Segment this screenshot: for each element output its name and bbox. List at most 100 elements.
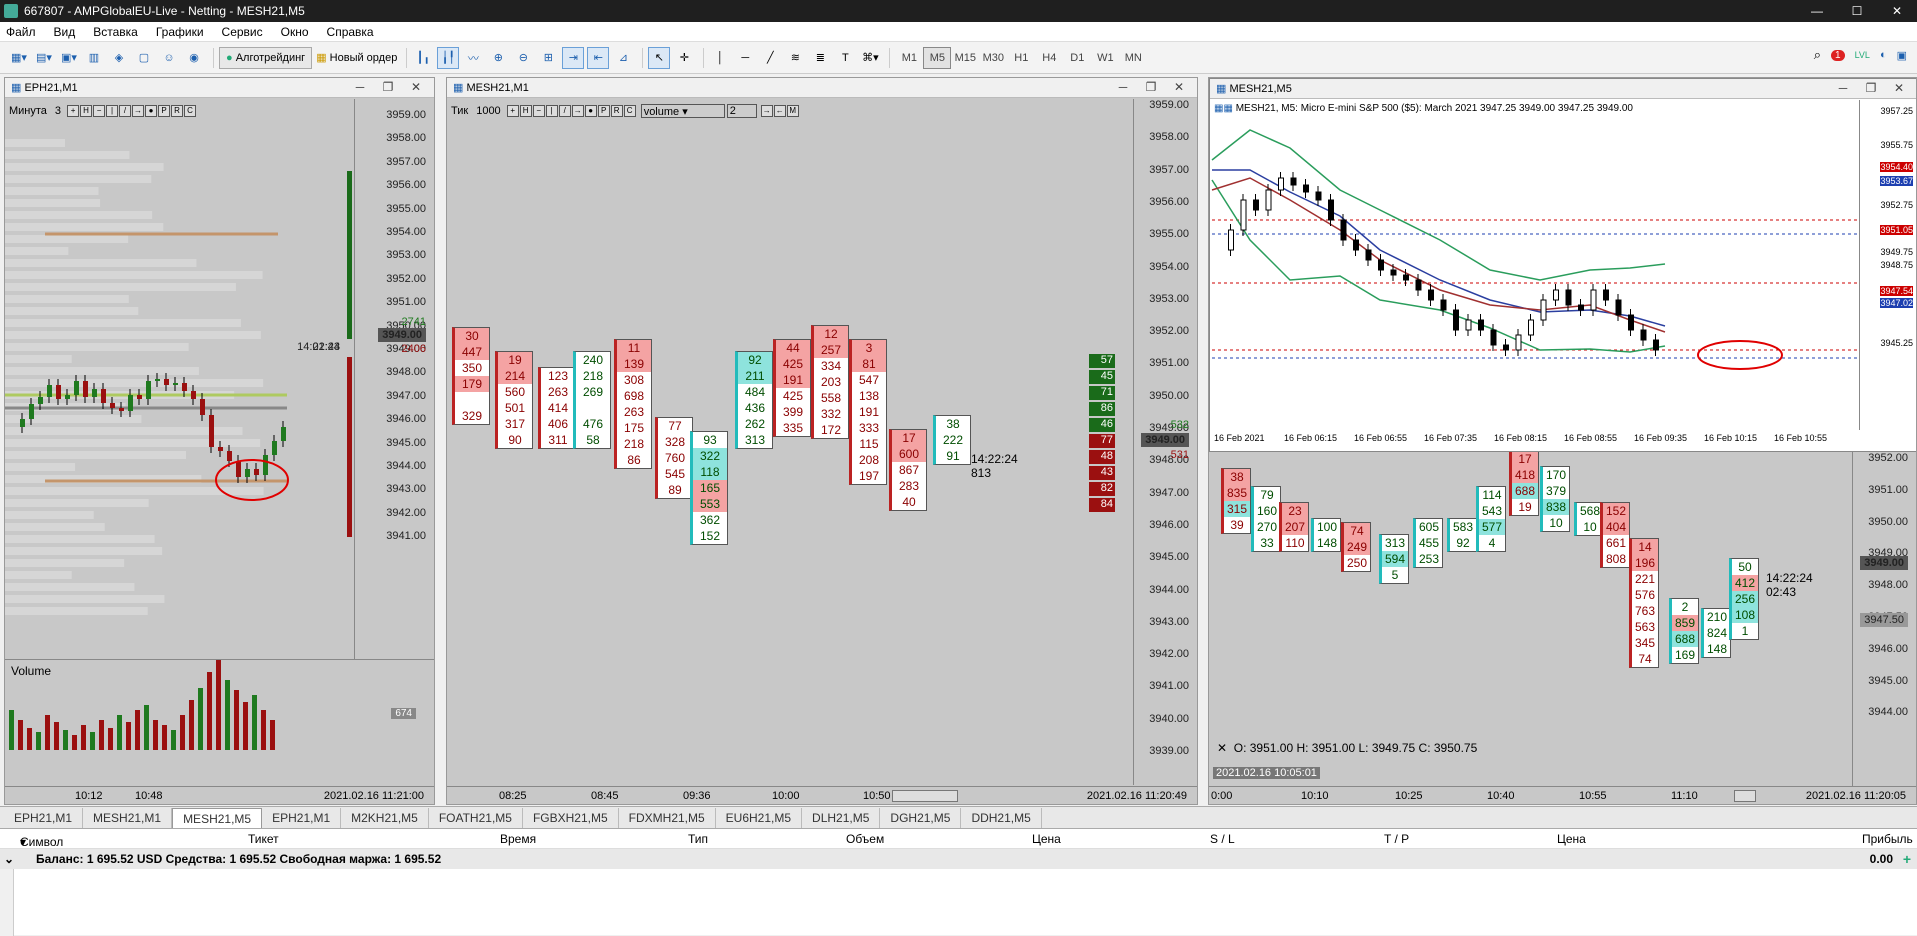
timeframe-h1[interactable]: H1 (1007, 47, 1035, 69)
market-watch-icon[interactable]: ▣▾ (58, 47, 80, 69)
menu-insert[interactable]: Вставка (93, 25, 138, 39)
menu-help[interactable]: Справка (327, 25, 374, 39)
maximize-button[interactable]: ☐ (1837, 0, 1877, 22)
h-icon[interactable]: H (519, 105, 532, 117)
col-type[interactable]: Тип (688, 832, 708, 846)
line-chart-icon[interactable]: 〰 (462, 47, 484, 69)
dot-icon[interactable]: ● (584, 105, 597, 117)
timeframe-m30[interactable]: M30 (979, 47, 1007, 69)
chart-tab[interactable]: FOATH21,M5 (429, 808, 523, 828)
timeframe-m1[interactable]: M1 (895, 47, 923, 69)
terminal-icon[interactable]: ▢ (133, 47, 155, 69)
close-icon[interactable]: ✕ (402, 80, 430, 94)
chart-tab[interactable]: DLH21,M5 (802, 808, 881, 828)
minimize-button[interactable]: — (1797, 0, 1837, 22)
new-chart-icon[interactable]: ▦▾ (8, 47, 30, 69)
chart-tab[interactable]: DGH21,M5 (880, 808, 962, 828)
horizontal-line-icon[interactable]: ─ (734, 47, 756, 69)
bar-chart-icon[interactable]: ┃╻ (412, 47, 434, 69)
chart-tab[interactable]: EU6H21,M5 (716, 808, 803, 828)
col-profit[interactable]: Прибыль (1862, 832, 1913, 846)
indicators-icon[interactable]: ⊿ (612, 47, 634, 69)
col-volume[interactable]: Объем (846, 832, 884, 846)
chart-area[interactable]: Тик 1000 + H − | / → ● P R C volume ▾ 2 → ← M 30 447… (447, 99, 1197, 785)
signals-icon[interactable]: ◉ (183, 47, 205, 69)
trendline-icon[interactable]: ╱ (759, 47, 781, 69)
plus-icon[interactable]: + (506, 105, 519, 117)
minimize-icon[interactable]: ─ (1829, 81, 1857, 95)
c-icon[interactable]: C (623, 105, 636, 117)
crosshair-icon[interactable]: ✛ (673, 47, 695, 69)
volume-type-select[interactable]: volume ▾ (640, 104, 725, 118)
data-window-icon[interactable]: ▥ (83, 47, 105, 69)
channels-icon[interactable]: ≋ (784, 47, 806, 69)
timeframe-mn[interactable]: MN (1119, 47, 1147, 69)
timeframe-h4[interactable]: H4 (1035, 47, 1063, 69)
volume-num-input[interactable]: 2 (726, 104, 757, 118)
chart-area[interactable]: 38 835 315 39 79 160 270 33 23 207 110 100 148 74 249 2… (1209, 78, 1916, 788)
collapse-icon[interactable]: ⌄ (4, 852, 14, 866)
menu-file[interactable]: Файл (6, 25, 36, 39)
close-icon[interactable]: ✕ (1885, 81, 1913, 95)
chart-tab[interactable]: FGBXH21,M5 (523, 808, 619, 828)
col-price[interactable]: Цена (1032, 832, 1061, 846)
chart-tab[interactable]: EPH21,M1 (262, 808, 342, 828)
chart-tab[interactable]: FDXMH21,M5 (619, 808, 716, 828)
menu-window[interactable]: Окно (281, 25, 309, 39)
chart-shift-icon[interactable]: ⇤ (587, 46, 610, 69)
menu-charts[interactable]: Графики (156, 25, 204, 39)
profiles-icon[interactable]: ▤▾ (33, 47, 55, 69)
candle-chart-icon[interactable]: ╽╿ (437, 46, 460, 69)
autoscroll-icon[interactable]: ⇥ (562, 46, 585, 69)
add-icon[interactable]: + (1903, 851, 1911, 867)
col-time[interactable]: Время (500, 832, 536, 846)
p-icon[interactable]: P (597, 105, 610, 117)
m-icon[interactable]: M (786, 105, 799, 117)
menu-tools[interactable]: Сервис (222, 25, 263, 39)
chart-tab[interactable]: DDH21,M5 (961, 808, 1042, 828)
notification-icon[interactable]: 1 (1831, 49, 1845, 61)
users-icon[interactable]: ☺ (158, 47, 180, 69)
navigator-icon[interactable]: ◈ (108, 47, 130, 69)
chart-tab[interactable]: MESH21,M5 (172, 808, 263, 828)
menu-view[interactable]: Вид (54, 25, 76, 39)
timeframe-m15[interactable]: M15 (951, 47, 979, 69)
col-tp[interactable]: T / P (1384, 832, 1409, 846)
arrow-icon[interactable]: → (571, 105, 584, 117)
minimize-icon[interactable]: ─ (346, 80, 374, 94)
arrow-left-icon[interactable]: ← (773, 105, 786, 117)
line-icon[interactable]: | (545, 105, 558, 117)
account-icon[interactable]: ◐ (1880, 49, 1887, 61)
scroll-thumb[interactable] (892, 790, 958, 802)
tile-windows-icon[interactable]: ⊞ (537, 47, 559, 69)
chart-tab[interactable]: M2KH21,M5 (341, 808, 429, 828)
timeframe-m5[interactable]: M5 (923, 46, 952, 69)
r-icon[interactable]: R (610, 105, 623, 117)
lvl-icon[interactable]: LVL (1855, 50, 1870, 60)
new-order-button[interactable]: ▦ Новый ордер (315, 47, 398, 69)
tools-icon[interactable]: ✕ (1217, 741, 1227, 755)
col-price-current[interactable]: Цена (1557, 832, 1586, 846)
slash-icon[interactable]: / (558, 105, 571, 117)
timeframe-w1[interactable]: W1 (1091, 47, 1119, 69)
layout-icon[interactable]: ▣ (1897, 49, 1907, 62)
minimize-icon[interactable]: ─ (1109, 80, 1137, 94)
restore-icon[interactable]: ❐ (1137, 80, 1165, 94)
chart-tab[interactable]: MESH21,M1 (83, 808, 173, 828)
fibonacci-icon[interactable]: ≣ (809, 47, 831, 69)
cursor-icon[interactable]: ↖ (648, 46, 671, 69)
algo-trading-button[interactable]: ● Алготрейдинг (219, 46, 313, 69)
search-icon[interactable]: ⌕ (1814, 47, 1821, 63)
vertical-line-icon[interactable]: │ (709, 47, 731, 69)
zoom-out-icon[interactable]: ⊖ (512, 47, 534, 69)
restore-icon[interactable]: ❐ (1857, 81, 1885, 95)
col-ticket[interactable]: Тикет (248, 832, 279, 846)
shapes-icon[interactable]: ⌘▾ (859, 47, 881, 69)
col-sl[interactable]: S / L (1210, 832, 1235, 846)
text-icon[interactable]: T (834, 47, 856, 69)
minus-icon[interactable]: − (532, 105, 545, 117)
chart-area[interactable]: Минута 3 + H − | / → ● P R C 3959.00 3958.00 3957.0… (5, 99, 434, 785)
close-button[interactable]: ✕ (1877, 0, 1917, 22)
scroll-thumb[interactable] (1734, 790, 1756, 802)
arrow-right-icon[interactable]: → (760, 105, 773, 117)
